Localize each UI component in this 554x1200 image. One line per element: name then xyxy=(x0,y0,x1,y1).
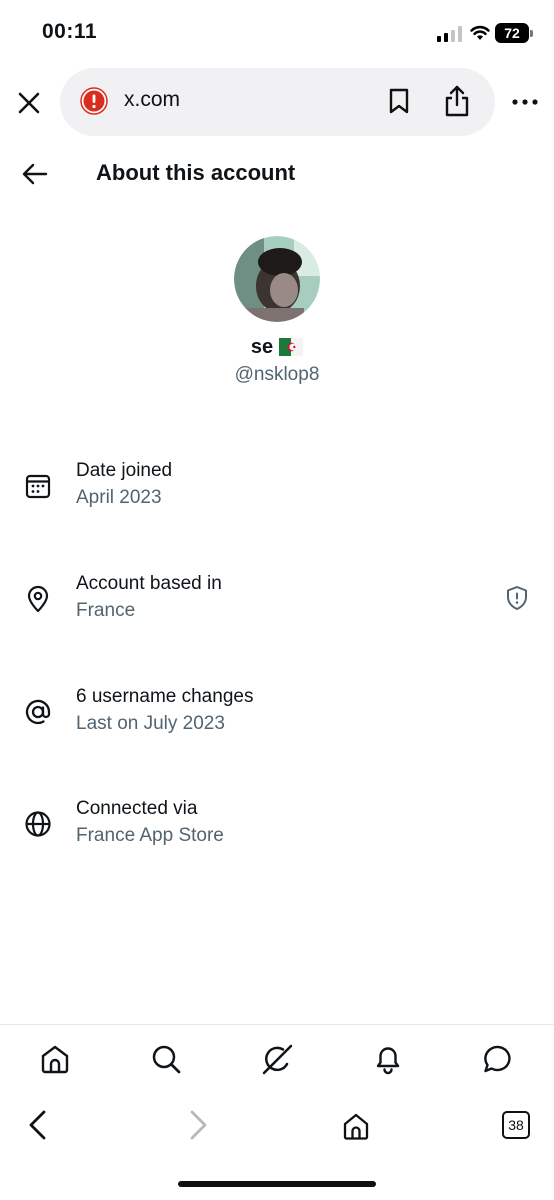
more-options-icon[interactable] xyxy=(512,98,538,106)
user-handle: @nsklop8 xyxy=(234,364,320,385)
messages-tab-icon[interactable] xyxy=(482,1043,514,1075)
notifications-tab-icon[interactable] xyxy=(372,1043,404,1075)
date-joined-row: Date joined April 2023 xyxy=(0,460,554,520)
wifi-icon xyxy=(470,25,490,40)
page-title: About this account xyxy=(96,160,296,185)
shield-warning-icon[interactable] xyxy=(505,585,529,611)
share-icon[interactable] xyxy=(443,84,471,118)
close-button[interactable] xyxy=(14,88,44,118)
battery-level: 72 xyxy=(495,23,529,43)
info-value: April 2023 xyxy=(76,487,162,508)
calendar-icon xyxy=(25,474,51,499)
info-title: 6 username changes xyxy=(76,686,254,707)
tabs-button[interactable]: 38 xyxy=(502,1111,530,1139)
tab-bar-divider xyxy=(0,1024,554,1025)
battery-icon: 72 xyxy=(495,23,533,43)
browser-forward-icon[interactable] xyxy=(182,1108,212,1142)
info-value: France xyxy=(76,600,136,621)
status-time: 00:11 xyxy=(42,20,98,43)
security-warning-icon[interactable] xyxy=(80,87,108,115)
location-pin-icon xyxy=(27,585,49,613)
url-text[interactable]: x.com xyxy=(124,88,180,112)
display-name: se xyxy=(0,336,554,359)
cellular-signal-icon xyxy=(437,26,462,42)
display-name-text: se xyxy=(250,336,274,358)
globe-icon xyxy=(25,811,51,837)
home-tab-icon[interactable] xyxy=(39,1043,71,1075)
bookmark-icon[interactable] xyxy=(388,88,410,114)
info-title: Connected via xyxy=(76,798,198,819)
info-title: Date joined xyxy=(76,460,173,481)
status-bar: 00:11 72 xyxy=(0,0,554,64)
algeria-flag-icon xyxy=(279,338,304,356)
close-icon xyxy=(18,92,40,114)
browser-back-icon[interactable] xyxy=(24,1108,54,1142)
info-title: Account based in xyxy=(76,573,222,594)
grok-tab-icon[interactable] xyxy=(261,1043,293,1075)
info-value: France App Store xyxy=(76,825,224,846)
avatar[interactable] xyxy=(234,236,320,322)
back-arrow-icon[interactable] xyxy=(22,162,48,186)
info-value: Last on July 2023 xyxy=(76,713,225,734)
search-tab-icon[interactable] xyxy=(150,1043,182,1075)
username-changes-row: 6 username changes Last on July 2023 xyxy=(0,686,554,746)
connected-via-row: Connected via France App Store xyxy=(0,798,554,858)
at-sign-icon xyxy=(25,699,51,725)
home-indicator xyxy=(178,1181,376,1187)
browser-home-icon[interactable] xyxy=(341,1108,371,1142)
account-location-row: Account based in France xyxy=(0,573,554,633)
